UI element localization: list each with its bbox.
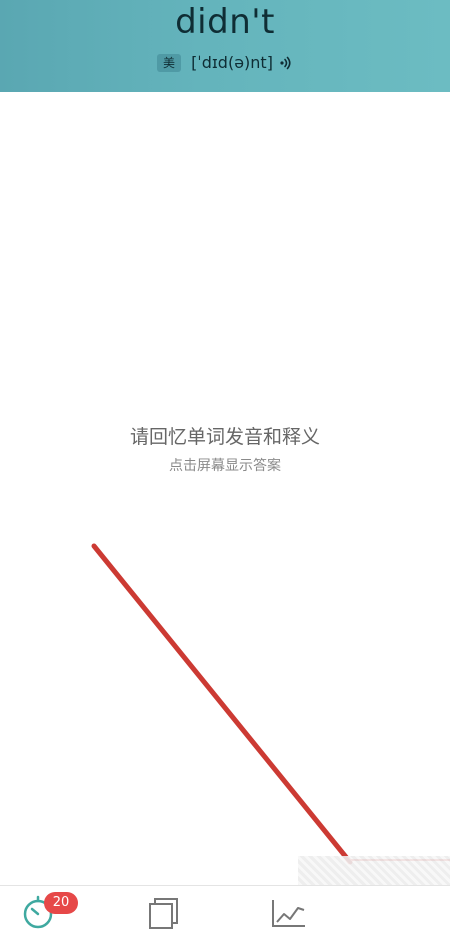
- recall-prompt[interactable]: 请回忆单词发音和释义: [0, 424, 450, 450]
- chart-icon[interactable]: [268, 892, 308, 932]
- accent-badge-us[interactable]: 美: [157, 54, 182, 72]
- cards-icon[interactable]: [143, 892, 183, 932]
- speaker-icon[interactable]: [279, 56, 293, 70]
- phonetic-text: [ˈdɪd(ə)nt]: [191, 53, 273, 72]
- word-title: didn't: [175, 2, 275, 42]
- word-header: didn't 美 [ˈdɪd(ə)nt]: [0, 0, 450, 92]
- pronunciation-row: 美 [ˈdɪd(ə)nt]: [0, 52, 450, 74]
- timer-count-badge: 20: [44, 892, 78, 914]
- tap-to-reveal-hint[interactable]: 点击屏幕显示答案: [0, 456, 450, 476]
